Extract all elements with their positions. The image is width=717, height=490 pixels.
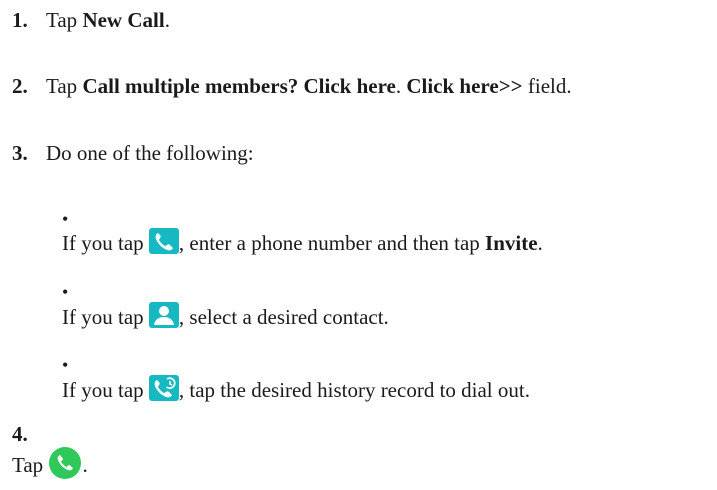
bullet-text: . <box>537 231 543 255</box>
step-number: 2. <box>12 74 28 98</box>
step-text: Tap <box>46 74 83 98</box>
bullet-text: If you tap <box>62 378 149 402</box>
step-text: . <box>395 74 407 98</box>
bullet-item-history: If you tap , tap the desired history rec… <box>62 375 530 407</box>
invite-label: Invite <box>485 231 538 255</box>
step-1: 1. Tap New Call. <box>12 8 170 33</box>
click-here-label: Click here>> <box>406 74 523 98</box>
bullet-item-contact: If you tap , select a desired contact. <box>62 302 389 334</box>
bullet-dot: • <box>62 355 69 375</box>
bullet-dot: • <box>62 209 69 229</box>
step-4-number: 4. <box>12 422 46 447</box>
new-call-label: New Call <box>82 8 165 32</box>
green-call-icon <box>48 446 82 486</box>
step-4: Tap . <box>12 446 88 486</box>
contact-icon <box>148 302 179 334</box>
step-text: Do one of the following: <box>46 141 254 165</box>
step-text: field. <box>522 74 572 98</box>
step-number: 1. <box>12 8 28 32</box>
step-text: Tap <box>12 453 49 477</box>
step-punct: . <box>82 453 88 477</box>
step-text: Tap <box>46 8 83 32</box>
bullet-item-phone: If you tap , enter a phone number and th… <box>62 228 543 260</box>
step-2: 2. Tap Call multiple members? Click here.… <box>12 74 572 99</box>
phone-dial-icon <box>148 228 179 260</box>
step-3: 3. Do one of the following: <box>12 141 254 166</box>
call-history-icon <box>148 375 179 407</box>
bullet-dot: • <box>62 282 69 302</box>
bullet-text: If you tap <box>62 231 149 255</box>
bullet-text: , enter a phone number and then tap <box>178 231 486 255</box>
bullet-text: If you tap <box>62 305 149 329</box>
bullet-text: , select a desired contact. <box>178 305 389 329</box>
call-multiple-label: Call multiple members? Click here <box>82 74 396 98</box>
step-punct: . <box>164 8 170 32</box>
step-number: 3. <box>12 141 28 165</box>
step-number: 4. <box>12 422 28 446</box>
bullet-text: , tap the desired history record to dial… <box>178 378 530 402</box>
